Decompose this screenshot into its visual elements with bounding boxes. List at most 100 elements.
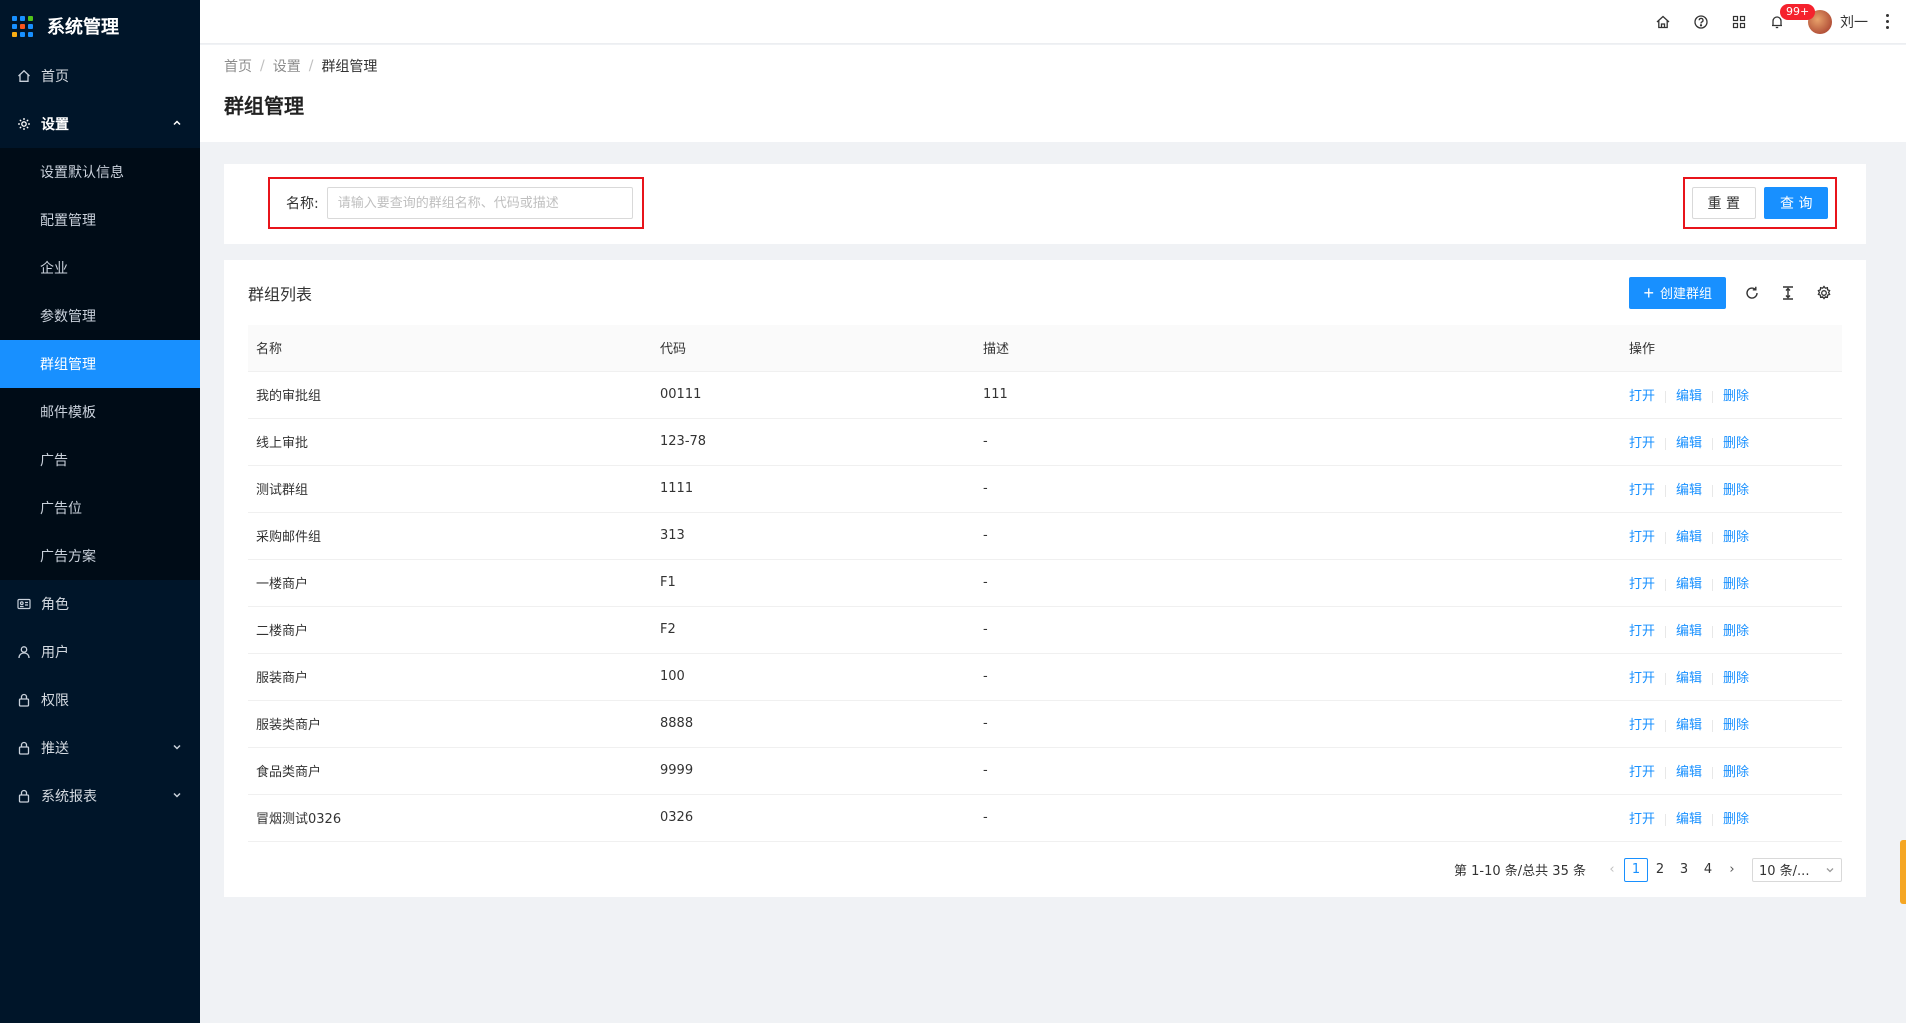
next-page-icon[interactable]: › — [1720, 858, 1744, 882]
create-group-button[interactable]: + 创建群组 — [1629, 276, 1726, 309]
search-input[interactable] — [326, 187, 633, 219]
sidebar-item-groups[interactable]: 群组管理 — [0, 340, 200, 388]
edit-link[interactable]: 编辑 — [1676, 624, 1702, 639]
delete-link[interactable]: 删除 — [1723, 718, 1749, 733]
cell-desc: - — [975, 653, 1621, 701]
floating-side-tab[interactable] — [1900, 840, 1906, 904]
search-card: 名称: 重 置 查 询 — [224, 164, 1866, 244]
sidebar-item-settings[interactable]: 设置 — [0, 100, 200, 148]
delete-link[interactable]: 删除 — [1723, 765, 1749, 780]
edit-link[interactable]: 编辑 — [1676, 718, 1702, 733]
sidebar-item-users[interactable]: 用户 — [0, 628, 200, 676]
user-name: 刘一 — [1840, 14, 1868, 31]
chevron-down-icon — [172, 788, 182, 804]
action-divider — [1665, 766, 1667, 779]
cell-actions: 打开 编辑 删除 — [1621, 653, 1842, 701]
page-3[interactable]: 3 — [1672, 858, 1696, 882]
sidebar-item-permissions[interactable]: 权限 — [0, 676, 200, 724]
breadcrumb-settings[interactable]: 设置 — [273, 56, 301, 76]
edit-link[interactable]: 编辑 — [1676, 671, 1702, 686]
prev-page-icon[interactable]: ‹ — [1600, 858, 1624, 882]
sidebar-item-default-info[interactable]: 设置默认信息 — [0, 148, 200, 196]
edit-link[interactable]: 编辑 — [1676, 577, 1702, 592]
open-link[interactable]: 打开 — [1629, 718, 1655, 733]
action-divider — [1665, 719, 1667, 732]
action-divider — [1712, 437, 1714, 450]
delete-link[interactable]: 删除 — [1723, 389, 1749, 404]
table-card-header: 群组列表 + 创建群组 — [248, 260, 1842, 325]
sidebar-item-push[interactable]: 推送 — [0, 724, 200, 772]
edit-link[interactable]: 编辑 — [1676, 483, 1702, 498]
cell-name: 服装商户 — [248, 653, 652, 701]
breadcrumb-separator: / — [260, 58, 265, 74]
sidebar-item-company[interactable]: 企业 — [0, 244, 200, 292]
reset-button[interactable]: 重 置 — [1691, 187, 1756, 219]
delete-link[interactable]: 删除 — [1723, 436, 1749, 451]
more-vertical-icon[interactable] — [1882, 14, 1892, 29]
cell-desc: - — [975, 606, 1621, 654]
sidebar-item-home[interactable]: 首页 — [0, 52, 200, 100]
delete-link[interactable]: 删除 — [1723, 624, 1749, 639]
delete-link[interactable]: 删除 — [1723, 812, 1749, 827]
column-header-desc[interactable]: 描述 — [975, 325, 1621, 372]
open-link[interactable]: 打开 — [1629, 624, 1655, 639]
open-link[interactable]: 打开 — [1629, 483, 1655, 498]
page-1[interactable]: 1 — [1624, 857, 1648, 882]
breadcrumb-current: 群组管理 — [321, 59, 378, 75]
column-header-actions: 操作 — [1621, 325, 1842, 372]
open-link[interactable]: 打开 — [1629, 577, 1655, 592]
open-link[interactable]: 打开 — [1629, 812, 1655, 827]
edit-link[interactable]: 编辑 — [1676, 530, 1702, 545]
cell-desc: - — [975, 465, 1621, 513]
delete-link[interactable]: 删除 — [1723, 530, 1749, 545]
edit-link[interactable]: 编辑 — [1676, 765, 1702, 780]
cell-code: 0326 — [652, 794, 975, 842]
delete-link[interactable]: 删除 — [1723, 671, 1749, 686]
sidebar-item-roles[interactable]: 角色 — [0, 580, 200, 628]
delete-link[interactable]: 删除 — [1723, 577, 1749, 592]
cell-desc: - — [975, 794, 1621, 842]
sidebar-item-mail-template[interactable]: 邮件模板 — [0, 388, 200, 436]
reload-icon[interactable] — [1734, 277, 1770, 309]
cell-code: F1 — [652, 559, 975, 607]
apps-icon[interactable] — [1720, 6, 1758, 38]
sidebar-item-ad-slots[interactable]: 广告位 — [0, 484, 200, 532]
user-menu[interactable]: 刘一 — [1808, 9, 1868, 34]
table-row: 我的审批组 00111 111 打开 编辑 删除 — [248, 371, 1842, 419]
page-header: 首页 / 设置 / 群组管理 群组管理 — [200, 45, 1906, 142]
column-height-icon[interactable] — [1770, 277, 1806, 309]
table-row: 服装商户 100- 打开 编辑 删除 — [248, 653, 1842, 701]
column-header-name[interactable]: 名称 — [248, 325, 652, 372]
open-link[interactable]: 打开 — [1629, 765, 1655, 780]
sidebar-item-reports[interactable]: 系统报表 — [0, 772, 200, 820]
bell-icon[interactable]: 99+ — [1758, 3, 1816, 38]
chevron-down-icon — [172, 740, 182, 756]
action-divider — [1712, 766, 1714, 779]
settings-submenu: 设置默认信息 配置管理 企业 参数管理 群组管理 邮件模板 广告 广告位 广告方… — [0, 148, 200, 580]
sidebar-item-ads[interactable]: 广告 — [0, 436, 200, 484]
open-link[interactable]: 打开 — [1629, 389, 1655, 404]
sidebar-item-ad-plans[interactable]: 广告方案 — [0, 532, 200, 580]
delete-link[interactable]: 删除 — [1723, 483, 1749, 498]
cell-code: 123-78 — [652, 418, 975, 466]
query-button[interactable]: 查 询 — [1764, 187, 1829, 219]
action-divider — [1712, 484, 1714, 497]
open-link[interactable]: 打开 — [1629, 671, 1655, 686]
column-header-code[interactable]: 代码 — [652, 325, 975, 372]
edit-link[interactable]: 编辑 — [1676, 812, 1702, 827]
sidebar-item-params[interactable]: 参数管理 — [0, 292, 200, 340]
open-link[interactable]: 打开 — [1629, 530, 1655, 545]
page-size-select[interactable]: 10 条/... — [1752, 857, 1842, 882]
action-divider — [1712, 813, 1714, 826]
sidebar-item-config[interactable]: 配置管理 — [0, 196, 200, 244]
page-title: 群组管理 — [224, 94, 304, 118]
home-icon[interactable] — [1644, 6, 1682, 38]
settings-icon[interactable] — [1806, 277, 1842, 309]
page-4[interactable]: 4 — [1696, 858, 1720, 882]
page-2[interactable]: 2 — [1648, 858, 1672, 882]
open-link[interactable]: 打开 — [1629, 436, 1655, 451]
edit-link[interactable]: 编辑 — [1676, 389, 1702, 404]
breadcrumb-home[interactable]: 首页 — [224, 56, 252, 76]
edit-link[interactable]: 编辑 — [1676, 436, 1702, 451]
help-icon[interactable] — [1682, 6, 1720, 38]
